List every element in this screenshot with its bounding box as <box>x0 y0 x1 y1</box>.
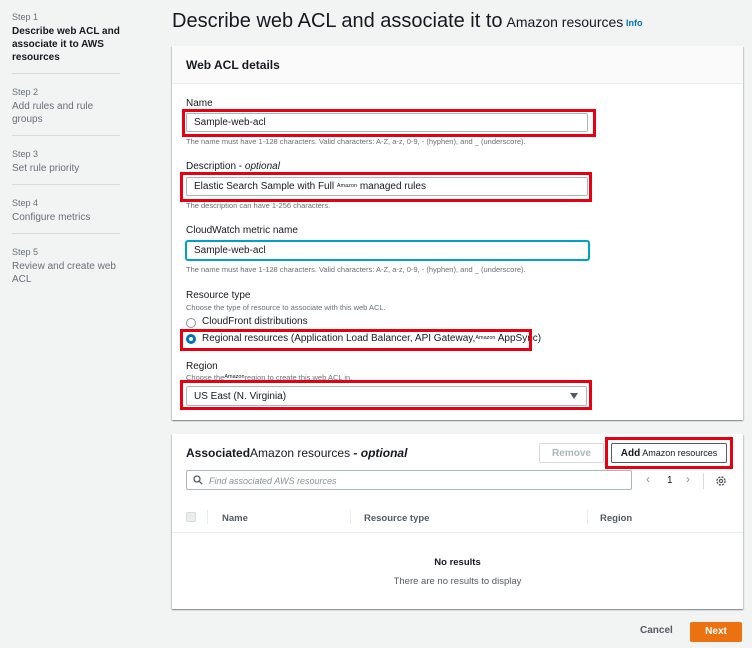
highlight-resource-type <box>180 329 532 351</box>
info-link[interactable]: Info <box>626 18 643 28</box>
wizard-steps: Step 1 Describe web ACL and associate it… <box>12 8 120 304</box>
column-header-name[interactable]: Name <box>222 513 248 524</box>
highlight-name <box>182 109 596 137</box>
step-title[interactable]: Add rules and rule groups <box>12 100 120 126</box>
remove-button[interactable]: Remove <box>539 443 604 463</box>
search-icon <box>193 475 203 485</box>
column-separator <box>587 510 588 524</box>
step-title[interactable]: Configure metrics <box>12 211 120 224</box>
assoc-heading-a: Associated <box>186 446 251 460</box>
step-number: Step 1 <box>12 12 39 22</box>
radio-cloudfront[interactable] <box>186 318 196 328</box>
divider <box>703 473 704 489</box>
description-label: Description - optional <box>186 161 280 172</box>
resource-type-label: Resource type <box>186 290 251 301</box>
step-number: Step 5 <box>12 247 39 257</box>
highlight-region <box>180 380 592 410</box>
next-button[interactable]: Next <box>690 622 742 642</box>
step-number: Step 4 <box>12 198 39 208</box>
optional-tag: optional <box>244 161 280 172</box>
step-5[interactable]: Step 5 Review and create web ACL <box>12 243 120 295</box>
empty-state-title: No results <box>434 557 481 568</box>
empty-state-message: There are no results to display <box>393 576 522 587</box>
step-number: Step 3 <box>12 149 39 159</box>
optional-tag: - optional <box>350 446 408 460</box>
step-2[interactable]: Step 2 Add rules and rule groups <box>12 83 120 136</box>
description-hint: The description can have 1-256 character… <box>186 201 331 210</box>
name-label: Name <box>186 98 213 109</box>
page-title-tail: Amazon resources <box>506 14 624 30</box>
step-title[interactable]: Review and create web ACL <box>12 260 120 286</box>
step-title[interactable]: Set rule priority <box>12 162 120 175</box>
web-acl-details-panel: Web ACL details Name Sample-web-acl The … <box>172 46 743 420</box>
column-header-region[interactable]: Region <box>600 513 632 524</box>
resource-type-hint: Choose the type of resource to associate… <box>186 303 386 312</box>
step-3[interactable]: Step 3 Set rule priority <box>12 145 120 185</box>
step-title: Describe web ACL and associate it to AWS… <box>12 26 120 63</box>
step-4[interactable]: Step 4 Configure metrics <box>12 194 120 234</box>
highlight-description <box>180 172 592 202</box>
metric-label: CloudWatch metric name <box>186 225 298 236</box>
gear-icon[interactable] <box>715 475 727 487</box>
select-all-checkbox[interactable] <box>186 512 196 522</box>
cancel-button[interactable]: Cancel <box>640 625 673 636</box>
column-header-resource-type[interactable]: Resource type <box>364 513 429 524</box>
page-title-main: Describe web ACL and associate it to <box>172 10 503 32</box>
page-number[interactable]: 1 <box>667 475 673 486</box>
description-label-text: Description - <box>186 161 245 172</box>
column-separator <box>350 510 351 524</box>
search-input[interactable]: Find associated AWS resources <box>186 470 632 490</box>
panel-heading: Web ACL details <box>172 46 743 84</box>
highlight-add-button <box>605 437 733 469</box>
table-divider <box>172 532 743 533</box>
step-1: Step 1 Describe web ACL and associate it… <box>12 8 120 74</box>
chevron-right-icon[interactable]: › <box>686 472 690 486</box>
metric-name-input[interactable]: Sample-web-acl <box>186 241 589 260</box>
page-title: Describe web ACL and associate it to Amaz… <box>172 10 623 33</box>
name-hint: The name must have 1-128 characters. Val… <box>186 137 526 146</box>
step-number: Step 2 <box>12 87 39 97</box>
cloudfront-option-label[interactable]: CloudFront distributions <box>202 316 308 327</box>
metric-hint: The name must have 1-128 characters. Val… <box>186 265 526 274</box>
chevron-left-icon[interactable]: ‹ <box>646 472 650 486</box>
column-separator <box>207 510 208 524</box>
assoc-heading-b: Amazon resources <box>250 446 351 460</box>
region-label: Region <box>186 361 218 372</box>
